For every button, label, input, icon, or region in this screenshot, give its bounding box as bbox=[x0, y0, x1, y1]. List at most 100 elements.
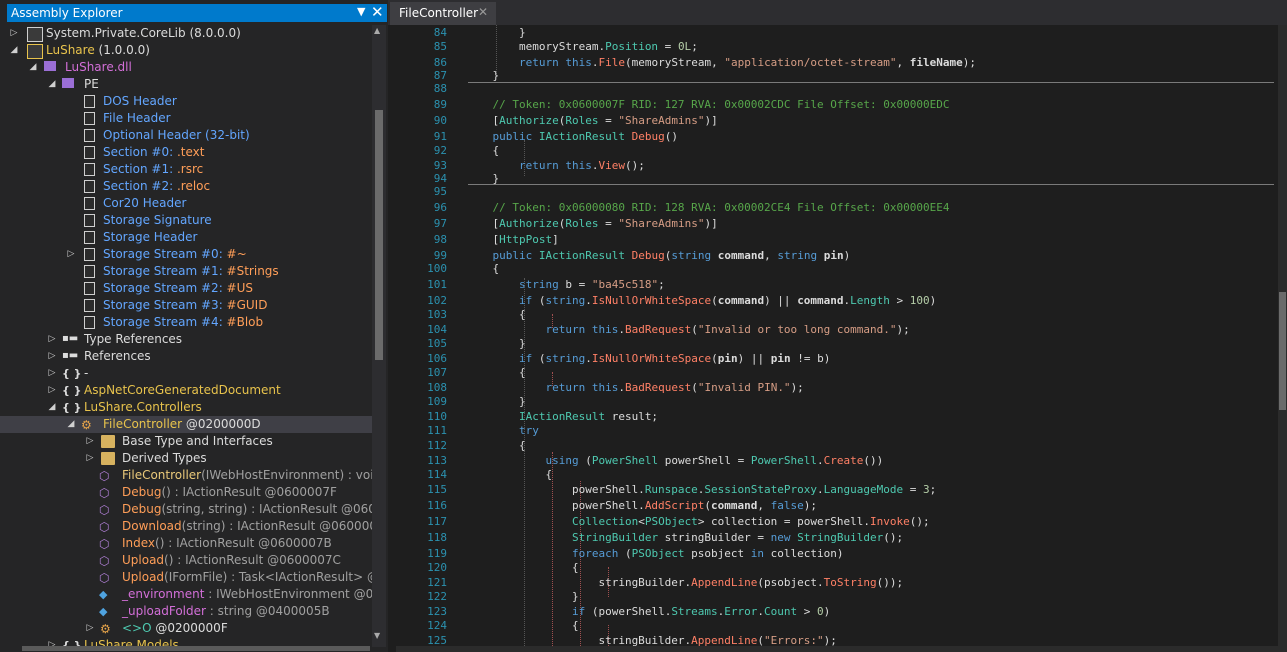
tree-item-storage-stream-3[interactable]: Storage Stream #3: #GUID bbox=[0, 297, 372, 314]
namespace-icon: { } bbox=[62, 384, 82, 397]
tree-horizontal-scrollbar[interactable] bbox=[22, 646, 370, 651]
code-line[interactable]: return this.BadRequest("Invalid or too l… bbox=[466, 322, 909, 338]
tree-item-dos-header[interactable]: DOS Header bbox=[0, 93, 372, 110]
tree-item-base-type[interactable]: ▷ Base Type and Interfaces bbox=[0, 433, 372, 450]
tree-item-download[interactable]: ⬡ Download(string) : IActionResult @0600… bbox=[0, 518, 372, 535]
code-line[interactable]: } bbox=[466, 336, 526, 352]
code-line[interactable]: memoryStream.Position = 0L; bbox=[466, 39, 698, 55]
panel-menu-dropdown-icon[interactable]: ▼ bbox=[357, 5, 365, 18]
tree-item-optional-header[interactable]: Optional Header (32-bit) bbox=[0, 127, 372, 144]
tree-item-storage-stream-1[interactable]: Storage Stream #1: #Strings bbox=[0, 263, 372, 280]
tree-item-label: Upload bbox=[122, 570, 165, 584]
code-line[interactable]: public IActionResult Debug(string comman… bbox=[466, 248, 851, 264]
expand-arrow-icon[interactable]: ▷ bbox=[85, 451, 95, 466]
tab-filecontroller[interactable]: FileController ✕ bbox=[390, 2, 496, 25]
tree-item-section-2[interactable]: Section #2: .reloc bbox=[0, 178, 372, 195]
code-line[interactable]: [Authorize(Roles = "ShareAdmins")] bbox=[466, 216, 717, 232]
tree-item-filecontroller-selected[interactable]: ◢ ⚙ FileController @0200000D bbox=[0, 416, 372, 433]
tree-item-namespace-dash[interactable]: ▷ { } - bbox=[0, 365, 372, 382]
expand-arrow-icon[interactable]: ▷ bbox=[47, 349, 57, 364]
expand-arrow-icon[interactable]: ▷ bbox=[85, 621, 95, 636]
expand-arrow-icon[interactable]: ▷ bbox=[66, 247, 76, 262]
close-tab-icon[interactable]: ✕ bbox=[478, 5, 488, 19]
code-line[interactable]: powerShell.AddScript(command, false); bbox=[466, 498, 817, 514]
tree-item-section-1[interactable]: Section #1: .rsrc bbox=[0, 161, 372, 178]
code-line[interactable]: { bbox=[466, 365, 526, 381]
code-line[interactable]: try bbox=[466, 423, 539, 439]
tree-item-signature: : IWebHostEnvironment @04000051 bbox=[208, 587, 372, 601]
tree-item-references[interactable]: ▷ ▪▬ References bbox=[0, 348, 372, 365]
editor-vertical-scrollbar[interactable] bbox=[1278, 25, 1287, 646]
tree-item-lushare-dll[interactable]: ◢ LuShare.dll bbox=[0, 59, 372, 76]
tree-item-debug-post[interactable]: ⬡ Debug(string, string) : IActionResult … bbox=[0, 501, 372, 518]
tree-item-section-0[interactable]: Section #0: .text bbox=[0, 144, 372, 161]
expand-arrow-icon[interactable]: ▷ bbox=[47, 332, 57, 347]
code-line[interactable]: if (string.IsNullOrWhiteSpace(command) |… bbox=[466, 293, 936, 309]
tree-item-upload-formfile[interactable]: ⬡ Upload(IFormFile) : Task<IActionResult… bbox=[0, 569, 372, 586]
code-line[interactable]: // Token: 0x06000080 RID: 128 RVA: 0x000… bbox=[466, 200, 950, 216]
code-line[interactable]: { bbox=[466, 618, 579, 634]
code-line[interactable]: } bbox=[466, 171, 499, 187]
tree-item-type-references[interactable]: ▷ ▪▬ Type References bbox=[0, 331, 372, 348]
expand-arrow-icon[interactable]: ▷ bbox=[9, 26, 19, 41]
scrollbar-thumb[interactable] bbox=[375, 110, 383, 360]
tree-item-file-header[interactable]: File Header bbox=[0, 110, 372, 127]
expand-arrow-icon[interactable]: ▷ bbox=[85, 434, 95, 449]
tree-item-storage-signature[interactable]: Storage Signature bbox=[0, 212, 372, 229]
expand-arrow-icon[interactable]: ▷ bbox=[47, 366, 57, 381]
code-line[interactable]: [HttpPost] bbox=[466, 232, 558, 248]
tree-item-value: #~ bbox=[222, 247, 247, 261]
code-line[interactable]: string b = "ba45c518"; bbox=[466, 277, 665, 293]
code-line[interactable]: // Token: 0x0600007F RID: 127 RVA: 0x000… bbox=[466, 97, 950, 113]
code-line[interactable]: { bbox=[466, 467, 552, 483]
tree-vertical-scrollbar[interactable]: ▲ ▼ bbox=[372, 25, 386, 647]
collapse-arrow-icon[interactable]: ◢ bbox=[47, 400, 57, 415]
tree-item-storage-stream-4[interactable]: Storage Stream #4: #Blob bbox=[0, 314, 372, 331]
expand-arrow-icon[interactable]: ▷ bbox=[47, 383, 57, 398]
scroll-up-icon[interactable]: ▲ bbox=[374, 26, 380, 35]
code-editor[interactable]: 84 85 86 87 88 89 90 91 92 93 94 95 96 9… bbox=[396, 25, 1278, 646]
tree-item-index[interactable]: ⬡ Index() : IActionResult @0600007B bbox=[0, 535, 372, 552]
code-line[interactable]: return this.File(memoryStream, "applicat… bbox=[466, 55, 976, 71]
tree-item-ctor[interactable]: ⬡ FileController(IWebHostEnvironment) : … bbox=[0, 467, 372, 484]
tree-item-environment-field[interactable]: ◆ _environment : IWebHostEnvironment @04… bbox=[0, 586, 372, 603]
code-line[interactable]: Collection<PSObject> collection = powerS… bbox=[466, 514, 930, 530]
code-line[interactable]: } bbox=[466, 394, 526, 410]
close-panel-icon[interactable]: ✕ bbox=[371, 3, 384, 21]
code-line[interactable]: { bbox=[466, 143, 499, 159]
tree-item-upload[interactable]: ⬡ Upload() : IActionResult @0600007C bbox=[0, 552, 372, 569]
tree-item-signature: (IWebHostEnvironment) : void @0600007E bbox=[201, 468, 372, 482]
tree-item-uploadfolder-field[interactable]: ◆ _uploadFolder : string @0400005B bbox=[0, 603, 372, 620]
tree-item-lushare[interactable]: ◢ LuShare (1.0.0.0) bbox=[0, 42, 372, 59]
code-line[interactable]: { bbox=[466, 307, 526, 323]
code-line[interactable]: [Authorize(Roles = "ShareAdmins")] bbox=[466, 113, 717, 129]
code-line[interactable]: stringBuilder.AppendLine("Errors:"); bbox=[466, 633, 836, 646]
tree-item-system-private-corelib[interactable]: ▷ System.Private.CoreLib (8.0.0.0) bbox=[0, 25, 372, 42]
tree-item-cor20-header[interactable]: Cor20 Header bbox=[0, 195, 372, 212]
tree-item-derived-types[interactable]: ▷ Derived Types bbox=[0, 450, 372, 467]
collapse-arrow-icon[interactable]: ◢ bbox=[66, 417, 76, 432]
tree-item-lushare-controllers[interactable]: ◢ { } LuShare.Controllers bbox=[0, 399, 372, 416]
file-icon bbox=[84, 197, 95, 210]
scroll-down-icon[interactable]: ▼ bbox=[374, 631, 380, 640]
tree-item-storage-stream-0[interactable]: ▷ Storage Stream #0: #~ bbox=[0, 246, 372, 263]
tree-item-pe[interactable]: ◢ PE bbox=[0, 76, 372, 93]
code-line[interactable]: { bbox=[466, 560, 579, 576]
tree-item-nested-class[interactable]: ▷ ⚙ <>O @0200000F bbox=[0, 620, 372, 637]
collapse-arrow-icon[interactable]: ◢ bbox=[47, 77, 57, 92]
collapse-arrow-icon[interactable]: ◢ bbox=[28, 60, 38, 75]
code-line[interactable]: } bbox=[466, 68, 499, 84]
code-line[interactable]: { bbox=[466, 261, 499, 277]
collapse-arrow-icon[interactable]: ◢ bbox=[9, 43, 19, 58]
code-line[interactable]: { bbox=[466, 438, 526, 454]
scrollbar-thumb[interactable] bbox=[1279, 292, 1286, 410]
code-line[interactable]: } bbox=[466, 589, 579, 605]
tree-item-debug[interactable]: ⬡ Debug() : IActionResult @0600007F bbox=[0, 484, 372, 501]
code-line[interactable]: powerShell.Runspace.SessionStateProxy.La… bbox=[466, 482, 936, 498]
tree-item-storage-stream-2[interactable]: Storage Stream #2: #US bbox=[0, 280, 372, 297]
tree-item-aspnetcoregenerateddocument[interactable]: ▷ { } AspNetCoreGeneratedDocument bbox=[0, 382, 372, 399]
code-line[interactable]: StringBuilder stringBuilder = new String… bbox=[466, 530, 903, 546]
editor-horizontal-scrollbar[interactable] bbox=[396, 646, 1287, 652]
tree-item-storage-header[interactable]: Storage Header bbox=[0, 229, 372, 246]
assembly-tree[interactable]: ▷ System.Private.CoreLib (8.0.0.0) ◢ LuS… bbox=[0, 25, 372, 647]
